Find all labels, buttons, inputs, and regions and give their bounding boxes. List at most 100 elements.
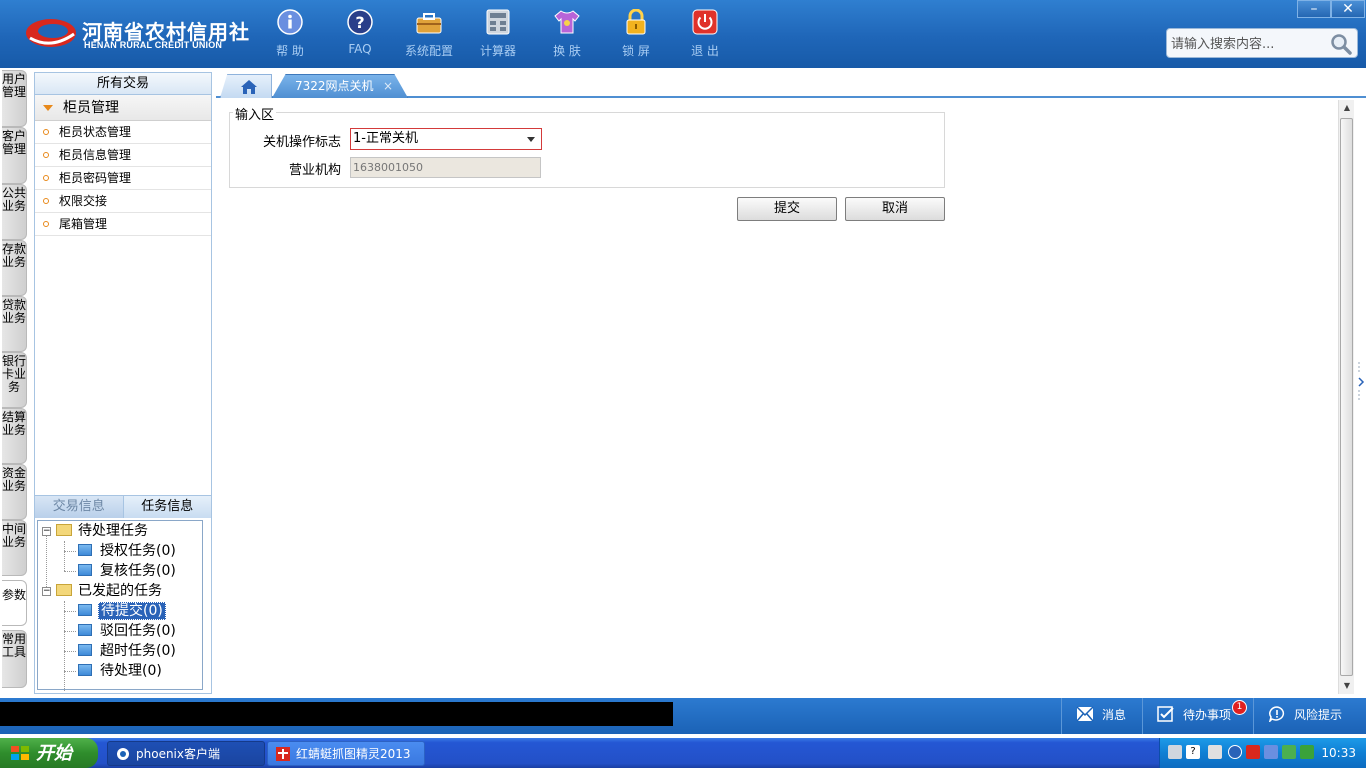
tab-transaction-info[interactable]: 交易信息: [35, 496, 123, 518]
scroll-down-icon[interactable]: ▼: [1339, 678, 1355, 694]
security-icon[interactable]: [1282, 745, 1296, 759]
content-scrollbar[interactable]: ▲ ▼: [1338, 100, 1354, 694]
module-tab-loan[interactable]: 贷款业务: [2, 296, 27, 352]
tree-node-label: 驳回任务(0): [100, 623, 176, 639]
power-icon: [691, 8, 719, 36]
menu-item-teller-password[interactable]: 柜员密码管理: [35, 167, 211, 190]
help-label: 帮 助: [276, 44, 304, 58]
collapse-toggle[interactable]: −: [42, 527, 51, 536]
tree-line: [64, 631, 76, 632]
exit-button[interactable]: 退 出: [673, 8, 737, 62]
lock-screen-button[interactable]: 锁 屏: [604, 8, 668, 62]
module-tab-tools[interactable]: 常用工具: [2, 630, 27, 688]
help-button[interactable]: 帮 助: [258, 8, 322, 62]
tree-node-label: 待处理(0): [100, 663, 162, 679]
business-org-field: 1638001050: [350, 157, 541, 178]
tree-node-pending[interactable]: 待处理任务: [56, 521, 150, 541]
help-tray-icon[interactable]: ?: [1186, 745, 1200, 759]
search-box: [1166, 28, 1358, 58]
dragonfly-tray-icon[interactable]: [1246, 745, 1260, 759]
menu-item-teller-status[interactable]: 柜员状态管理: [35, 121, 211, 144]
calculator-button[interactable]: 计算器: [466, 8, 530, 62]
start-button[interactable]: 开始: [0, 738, 98, 768]
collapse-toggle[interactable]: −: [42, 587, 51, 596]
scroll-thumb[interactable]: [1340, 118, 1353, 676]
menu-item-permission-handover[interactable]: 权限交接: [35, 190, 211, 213]
tree-node-timeout[interactable]: 超时任务(0): [78, 641, 178, 661]
expand-triangle-icon: [43, 105, 53, 111]
clock: 10:33: [1321, 746, 1356, 760]
tree-node-label: 复核任务(0): [100, 563, 176, 579]
skin-button[interactable]: 换 肤: [535, 8, 599, 62]
messages-button[interactable]: 消息: [1061, 698, 1141, 734]
module-tab-settlement[interactable]: 结算业务: [2, 408, 27, 464]
menu-group-label: 柜员管理: [63, 100, 119, 116]
skin-label: 换 肤: [553, 44, 581, 58]
tree-line: [64, 541, 65, 571]
shutdown-flag-value: 1-正常关机: [353, 131, 418, 146]
module-tabs: 用户管理 客户管理 公共业务 存款业务 贷款业务 银行卡业务 结算业务 资金业务…: [0, 70, 30, 694]
tab-home[interactable]: [220, 74, 272, 98]
module-tab-params[interactable]: 参数: [2, 580, 27, 626]
chevron-right-icon: [1358, 362, 1365, 402]
tab-task-info[interactable]: 任务信息: [122, 496, 211, 518]
tab-branch-shutdown[interactable]: 7322网点关机 ×: [272, 74, 408, 98]
module-tab-public[interactable]: 公共业务: [2, 184, 27, 240]
menu-group-teller[interactable]: 柜员管理: [35, 95, 211, 121]
tree-node-auth-tasks[interactable]: 授权任务(0): [78, 541, 178, 561]
taskbar-app-screenshot[interactable]: 红蜻蜓抓图精灵2013: [267, 741, 425, 766]
task-tree: − 待处理任务 授权任务(0) 复核任务(0) − 已发起的任务 待提交(0) …: [37, 520, 203, 691]
shutdown-flag-select[interactable]: 1-正常关机: [350, 128, 542, 150]
keyboard-icon[interactable]: [1168, 745, 1182, 759]
tab-label: 7322网点关机: [295, 79, 374, 93]
close-window-button[interactable]: ✕: [1331, 0, 1365, 18]
faq-button[interactable]: ? FAQ: [328, 8, 392, 62]
chevron-left-icon[interactable]: [1228, 745, 1242, 759]
minimize-button[interactable]: –: [1297, 0, 1331, 18]
module-tab-funds[interactable]: 资金业务: [2, 464, 27, 520]
taskbar-app-phoenix[interactable]: phoenix客户端: [107, 741, 265, 766]
system-config-button[interactable]: 系统配置: [397, 8, 461, 62]
chevron-down-icon[interactable]: [527, 137, 535, 142]
search-input[interactable]: [1171, 34, 1321, 54]
side-collapse-handle[interactable]: [1356, 360, 1366, 404]
messages-label: 消息: [1102, 708, 1127, 722]
menu-item-cash-box[interactable]: 尾箱管理: [35, 213, 211, 236]
scroll-up-icon[interactable]: ▲: [1339, 100, 1355, 116]
speaker-icon[interactable]: [1208, 745, 1222, 759]
tree-node-initiated[interactable]: 已发起的任务: [56, 581, 164, 601]
info-icon: [276, 8, 304, 36]
cancel-button[interactable]: 取消: [845, 197, 945, 221]
module-tab-customer[interactable]: 客户管理: [2, 127, 27, 184]
folder-icon: [78, 664, 92, 676]
shutdown-flag-label: 关机操作标志: [262, 135, 341, 150]
network-icon[interactable]: [1264, 745, 1278, 759]
tree-node-rejected[interactable]: 驳回任务(0): [78, 621, 178, 641]
tree-node-to-process[interactable]: 待处理(0): [78, 661, 164, 681]
tree-node-to-submit[interactable]: 待提交(0): [78, 601, 166, 621]
todo-label: 待办事项: [1183, 708, 1232, 722]
folder-icon: [78, 564, 92, 576]
todo-button[interactable]: 待办事项 1: [1142, 698, 1252, 734]
bullet-icon: [43, 221, 49, 227]
submit-button[interactable]: 提交: [737, 197, 837, 221]
search-icon[interactable]: [1329, 32, 1353, 56]
module-tab-intermediary[interactable]: 中间业务: [2, 520, 27, 576]
windows-logo-icon: [11, 746, 29, 760]
system-tray: ? 10:33: [1159, 738, 1366, 768]
risk-alert-button[interactable]: 风险提示: [1253, 698, 1366, 734]
tree-line: [64, 611, 76, 612]
taskbar-app-label: phoenix客户端: [136, 747, 220, 761]
menu-item-teller-info[interactable]: 柜员信息管理: [35, 144, 211, 167]
tree-node-review-tasks[interactable]: 复核任务(0): [78, 561, 178, 581]
module-tab-card[interactable]: 银行卡业务: [2, 352, 27, 408]
module-tab-user[interactable]: 用户管理: [2, 70, 27, 127]
close-tab-icon[interactable]: ×: [383, 75, 393, 97]
os-taskbar: 开始 phoenix客户端 红蜻蜓抓图精灵2013 ? 10:33: [0, 738, 1366, 768]
tree-node-label: 已发起的任务: [78, 583, 162, 599]
folder-open-icon: [56, 524, 72, 536]
exit-label: 退 出: [691, 44, 719, 58]
antivirus-icon[interactable]: [1300, 745, 1314, 759]
bullet-icon: [43, 175, 49, 181]
module-tab-deposit[interactable]: 存款业务: [2, 240, 27, 296]
